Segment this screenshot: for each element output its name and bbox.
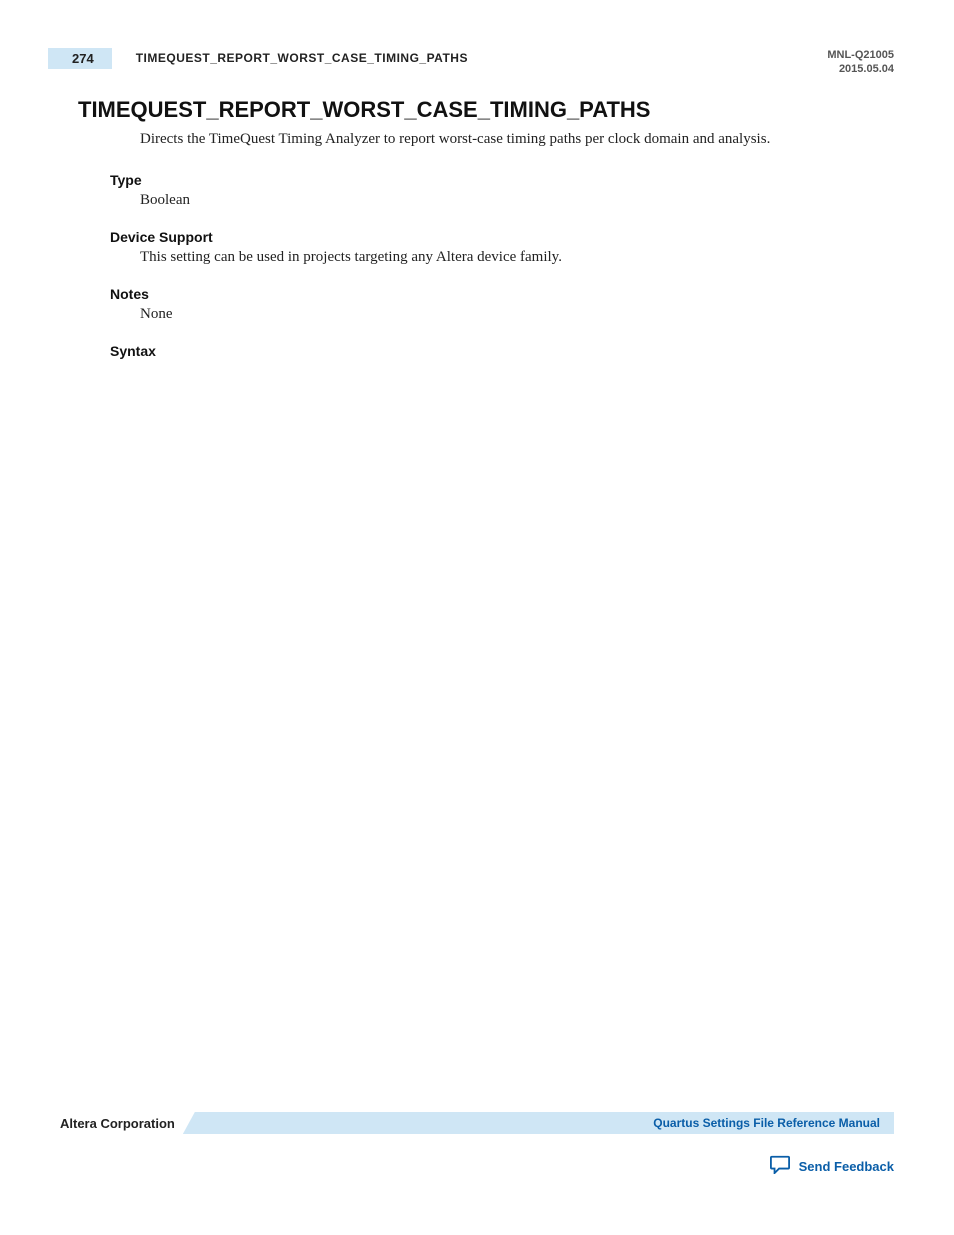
page-title: TIMEQUEST_REPORT_WORST_CASE_TIMING_PATHS: [78, 97, 894, 123]
device-support-heading: Device Support: [110, 229, 894, 245]
feedback-row: Send Feedback: [60, 1154, 894, 1179]
type-heading: Type: [110, 172, 894, 188]
page-number-badge: 274: [48, 48, 112, 69]
main-content: TIMEQUEST_REPORT_WORST_CASE_TIMING_PATHS…: [0, 77, 954, 360]
corporation-name: Altera Corporation: [60, 1116, 175, 1131]
page-header: 274 TIMEQUEST_REPORT_WORST_CASE_TIMING_P…: [0, 0, 954, 77]
footer-bar: Altera Corporation Quartus Settings File…: [60, 1112, 894, 1134]
doc-date: 2015.05.04: [827, 62, 894, 76]
doc-id: MNL-Q21005: [827, 48, 894, 62]
manual-link[interactable]: Quartus Settings File Reference Manual: [653, 1116, 880, 1130]
type-body: Boolean: [140, 192, 894, 209]
device-support-body: This setting can be used in projects tar…: [140, 249, 894, 266]
notes-body: None: [140, 306, 894, 323]
running-header-title: TIMEQUEST_REPORT_WORST_CASE_TIMING_PATHS: [136, 48, 828, 65]
send-feedback-link[interactable]: Send Feedback: [799, 1159, 894, 1174]
notes-heading: Notes: [110, 286, 894, 302]
comment-icon[interactable]: [769, 1154, 791, 1179]
page-footer: Altera Corporation Quartus Settings File…: [0, 1112, 954, 1179]
syntax-heading: Syntax: [110, 343, 894, 359]
intro-paragraph: Directs the TimeQuest Timing Analyzer to…: [140, 129, 894, 151]
doc-metadata: MNL-Q21005 2015.05.04: [827, 48, 894, 77]
footer-bar-shape: Quartus Settings File Reference Manual: [183, 1112, 894, 1134]
